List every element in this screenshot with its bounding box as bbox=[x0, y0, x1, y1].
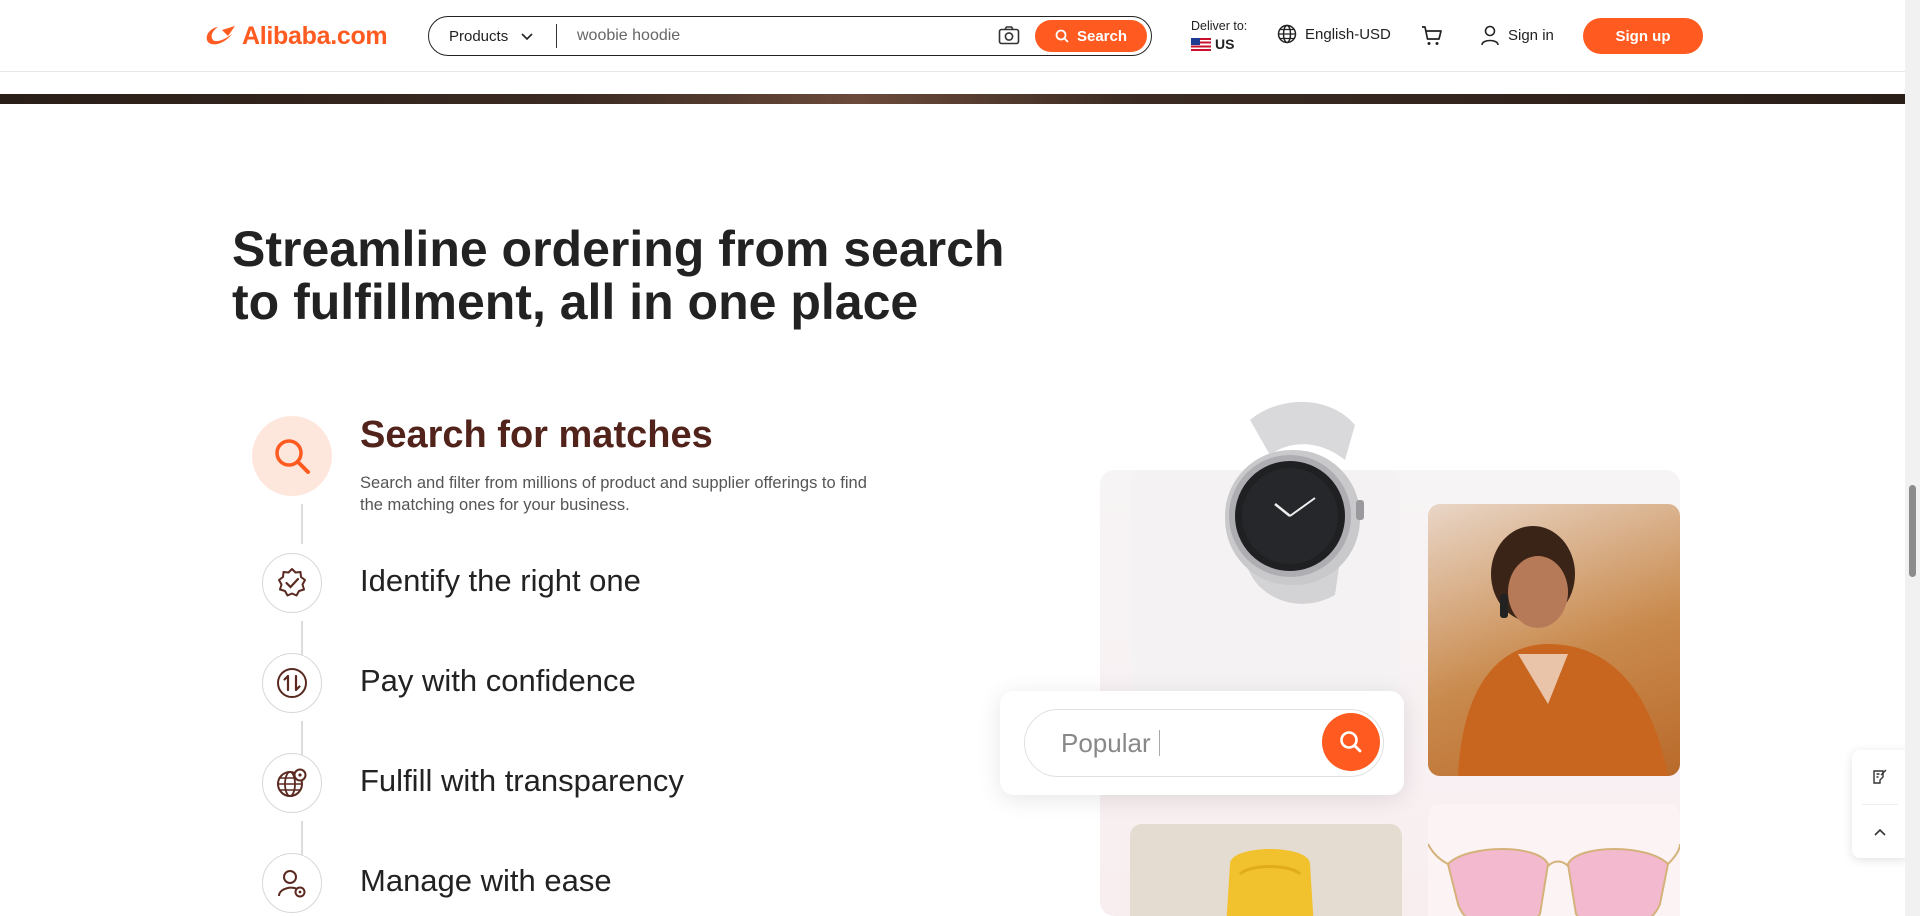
language-currency-selector[interactable]: English-USD bbox=[1277, 24, 1391, 44]
deliver-label: Deliver to: bbox=[1191, 19, 1248, 33]
cart-icon[interactable] bbox=[1420, 24, 1444, 53]
step-connector bbox=[301, 504, 303, 544]
demo-search-placeholder: Popular bbox=[1061, 727, 1151, 758]
step-title: Pay with confidence bbox=[360, 663, 636, 698]
page-scrollbar[interactable] bbox=[1905, 0, 1920, 916]
watch-product-card bbox=[1130, 401, 1400, 694]
step-title: Search for matches bbox=[360, 414, 713, 456]
smartwatch-image bbox=[1225, 401, 1364, 604]
demo-search-input: Popular bbox=[1024, 709, 1384, 777]
deliver-to[interactable]: Deliver to: US bbox=[1191, 19, 1247, 52]
hero-banner-edge bbox=[0, 94, 1905, 104]
us-flag-icon bbox=[1191, 37, 1211, 51]
search-icon bbox=[275, 439, 310, 474]
search-button-label: Search bbox=[1076, 27, 1128, 45]
floating-side-widget bbox=[1852, 750, 1908, 858]
search-input[interactable] bbox=[577, 27, 997, 45]
step-manage-icon-wrap bbox=[262, 853, 322, 913]
globe-icon bbox=[1277, 24, 1297, 44]
deliver-country: US bbox=[1215, 36, 1235, 52]
alibaba-logo[interactable]: Alibaba.com bbox=[202, 20, 388, 52]
step-pay[interactable]: Pay with confidence bbox=[262, 653, 636, 713]
back-to-top-button[interactable] bbox=[1852, 805, 1908, 859]
search-bar: Products Search bbox=[428, 16, 1152, 56]
section-heading: Streamline ordering from search to fulfi… bbox=[232, 221, 1005, 330]
category-label: Products bbox=[449, 27, 509, 45]
feedback-button[interactable] bbox=[1852, 750, 1908, 804]
step-search-icon-wrap bbox=[252, 416, 332, 496]
text-caret bbox=[1158, 730, 1161, 756]
category-select[interactable]: Products bbox=[429, 24, 557, 48]
feedback-note-icon bbox=[1873, 769, 1887, 784]
demo-search-button bbox=[1322, 713, 1380, 771]
demo-search-card: Popular bbox=[1000, 691, 1404, 795]
step-manage[interactable]: Manage with ease bbox=[262, 853, 612, 913]
user-icon bbox=[1481, 25, 1499, 46]
chevron-down-icon bbox=[521, 33, 533, 41]
sign-in-label: Sign in bbox=[1508, 26, 1554, 44]
search-button[interactable]: Search bbox=[1035, 20, 1147, 52]
step-identify[interactable]: Identify the right one bbox=[262, 553, 641, 613]
sign-up-button[interactable]: Sign up bbox=[1583, 18, 1703, 54]
chevron-up-icon bbox=[1874, 828, 1886, 836]
alibaba-logo-icon bbox=[206, 26, 235, 45]
sign-in-link[interactable]: Sign in bbox=[1480, 24, 1554, 46]
language-label: English-USD bbox=[1305, 25, 1391, 43]
step-identify-icon-wrap bbox=[262, 553, 322, 613]
scrollbar-thumb[interactable] bbox=[1909, 485, 1916, 577]
sign-up-label: Sign up bbox=[1615, 27, 1671, 45]
feature-illustration: Popular bbox=[990, 401, 1680, 916]
step-description: Search and filter from millions of produ… bbox=[360, 474, 867, 514]
search-icon bbox=[1055, 29, 1069, 43]
step-fulfill[interactable]: Fulfill with transparency bbox=[262, 753, 684, 813]
step-search[interactable]: Search for matches Search and filter fro… bbox=[252, 414, 867, 514]
top-header: Alibaba.com Products Search Deliver to: … bbox=[0, 0, 1905, 72]
search-icon bbox=[1340, 731, 1362, 753]
step-pay-icon-wrap bbox=[262, 653, 322, 713]
step-fulfill-icon-wrap bbox=[262, 753, 322, 813]
verified-badge-icon bbox=[278, 568, 306, 597]
globe-location-icon bbox=[277, 768, 307, 797]
logo-text: Alibaba.com bbox=[242, 21, 388, 50]
image-search-icon[interactable] bbox=[997, 24, 1021, 48]
woman-on-phone-image bbox=[1428, 504, 1680, 776]
yellow-chair-image bbox=[1130, 824, 1402, 916]
step-title: Manage with ease bbox=[360, 863, 612, 898]
payment-exchange-icon bbox=[277, 668, 307, 698]
user-settings-icon bbox=[278, 870, 306, 898]
step-title: Identify the right one bbox=[360, 563, 641, 598]
step-title: Fulfill with transparency bbox=[360, 763, 684, 798]
sunglasses-image bbox=[1428, 804, 1680, 916]
